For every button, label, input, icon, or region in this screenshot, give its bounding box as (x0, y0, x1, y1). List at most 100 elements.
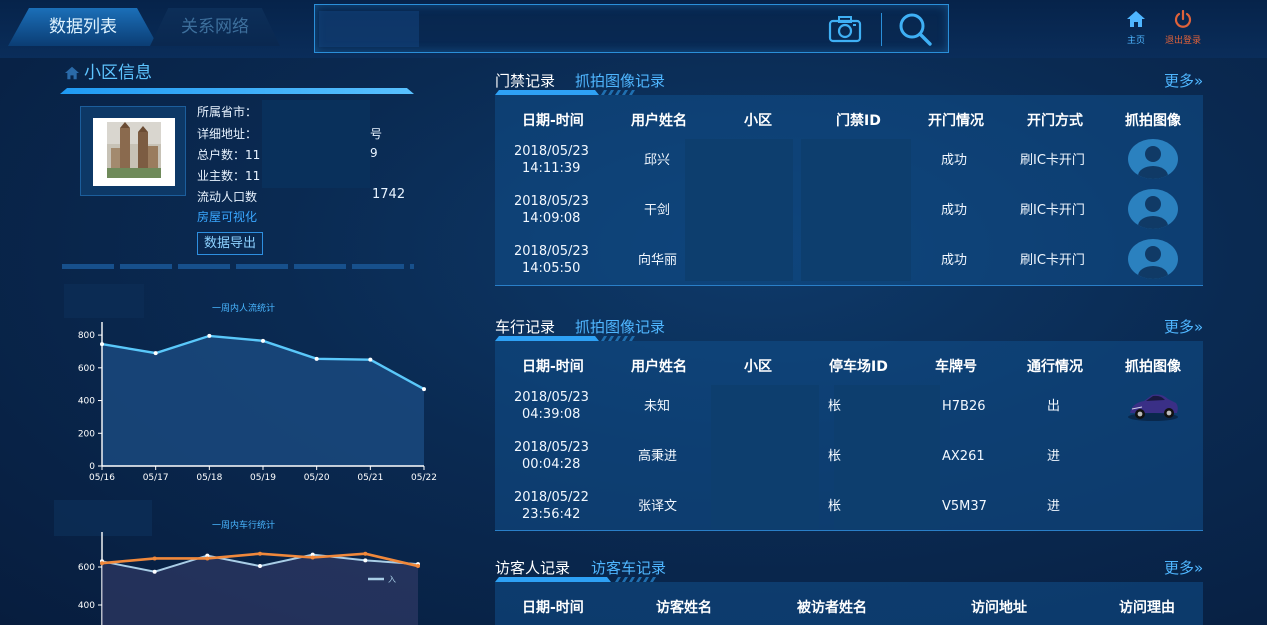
vehicle-flow-chart: 400 600 入 (78, 532, 420, 625)
vehicle-snapshot-tab[interactable]: 抓拍图像记录 (575, 316, 665, 337)
floating-value: 1742 (372, 187, 406, 202)
home-icon (1127, 11, 1145, 27)
visitor-title: 访客人记录 (495, 559, 571, 577)
vehicle-legend-label: 入 (388, 575, 396, 584)
vehicle-data-point (416, 564, 420, 569)
community-title: 小区信息 (84, 63, 152, 83)
access-more-link[interactable]: 更多» (1164, 70, 1203, 91)
access-row-status: 成功 (941, 153, 968, 168)
access-header-method: 开门方式 (1027, 113, 1083, 129)
access-title: 门禁记录 (495, 72, 556, 90)
vehicle-row-date: 2018/05/23 (514, 440, 589, 455)
logout-label: 退出登录 (1164, 36, 1201, 46)
vehicle-row-pass: 进 (1047, 499, 1061, 514)
access-row-method: 刷IC卡开门 (1020, 253, 1085, 268)
people-chart-title: 一周内人流统计 (212, 304, 276, 314)
vehicle-data-point (258, 551, 262, 556)
households-row: 总户数：11 (197, 148, 261, 162)
access-table: 日期-时间 用户姓名 小区 门禁ID 开门情况 开门方式 抓拍图像 2018/0… (495, 95, 1203, 286)
camera-icon (828, 16, 862, 43)
access-row-date: 2018/05/23 (514, 144, 589, 159)
vehicle-y-tick-label: 400 (78, 601, 95, 611)
access-row-status: 成功 (941, 203, 968, 218)
vehicle-header-name: 用户姓名 (631, 359, 687, 375)
vehicle-chart-title: 一周内车行统计 (212, 521, 276, 531)
visitor-more-link[interactable]: 更多» (1164, 557, 1203, 578)
access-snapshot-tab[interactable]: 抓拍图像记录 (575, 70, 665, 91)
vehicle-row-name: 高秉进 (638, 449, 678, 464)
avatar[interactable] (1128, 139, 1178, 179)
tab-data-list[interactable]: 数据列表 (8, 8, 158, 46)
home-button[interactable]: 主页 (1120, 10, 1152, 46)
vehicle-data-point (205, 556, 210, 561)
house-visual-link[interactable]: 房屋可视化 (197, 208, 257, 225)
people-data-point (153, 351, 158, 356)
vehicle-data-point (258, 564, 262, 569)
search-input[interactable] (319, 11, 419, 47)
vehicle-table: 日期-时间 用户姓名 小区 停车场ID 车牌号 通行情况 抓拍图像 2018/0… (495, 341, 1203, 531)
vehicle-row-name: 张译文 (638, 499, 678, 514)
camera-search-button[interactable] (825, 13, 865, 45)
car-snapshot-image[interactable] (1126, 389, 1180, 423)
search-button[interactable] (897, 11, 933, 47)
vehicle-title: 车行记录 (495, 318, 556, 336)
vehicle-header-snapshot: 抓拍图像 (1125, 359, 1181, 375)
people-y-tick-label: 800 (78, 331, 95, 341)
redaction-mask (54, 500, 152, 536)
vehicle-more-link[interactable]: 更多» (1164, 316, 1203, 337)
people-y-tick-label: 200 (78, 429, 95, 439)
tab-relation-network[interactable]: 关系网络 (150, 8, 280, 46)
people-data-point (207, 333, 212, 338)
address-tail: 号 (370, 127, 383, 141)
user-icon (1138, 246, 1168, 279)
vehicle-row-lot: 枨 (828, 499, 842, 514)
owners-row: 业主数：11 (197, 169, 261, 183)
community-photo (93, 118, 175, 186)
vehicle-row-pass: 出 (1047, 399, 1061, 414)
avatar[interactable] (1128, 189, 1178, 229)
section-bar (60, 88, 414, 94)
people-x-tick-label: 05/19 (250, 473, 276, 483)
user-icon (1138, 146, 1168, 179)
redaction-mask (711, 385, 819, 529)
vehicle-row-time: 00:04:28 (522, 457, 581, 472)
search-icon (899, 13, 932, 46)
visitor-header-reason: 访问理由 (1119, 600, 1175, 616)
search-divider (881, 13, 882, 46)
vehicle-row-plate: AX261 (942, 449, 985, 464)
redaction-mask (685, 139, 793, 281)
access-row-method: 刷IC卡开门 (1020, 203, 1085, 218)
vehicle-header-lot-id: 停车场ID (829, 359, 888, 375)
vehicle-row-pass: 进 (1047, 449, 1061, 464)
community-photo-frame (80, 106, 186, 196)
avatar[interactable] (1128, 239, 1178, 279)
logout-button[interactable]: 退出登录 (1160, 9, 1206, 46)
households-tail: 9 (370, 146, 378, 160)
province-row: 所属省市： (197, 103, 257, 119)
access-row-time: 14:11:39 (522, 161, 581, 176)
vehicle-row-time: 04:39:08 (522, 407, 581, 422)
redaction-mask (262, 100, 370, 188)
address-row: 详细地址： (197, 125, 257, 141)
visitor-table: 日期-时间 访客姓名 被访者姓名 访问地址 访问理由 (495, 582, 1203, 625)
visitor-header-address: 访问地址 (971, 600, 1027, 616)
people-y-tick-label: 600 (78, 364, 95, 374)
vehicle-data-point (100, 561, 104, 566)
vehicle-data-point (310, 555, 315, 560)
vehicle-header-pass: 通行情况 (1027, 359, 1083, 375)
home-icon (65, 66, 79, 80)
redaction-mask (801, 139, 911, 281)
vehicle-data-point (363, 558, 368, 563)
access-row-name: 向华丽 (638, 253, 678, 268)
user-icon (1138, 196, 1168, 229)
community-section-title: 小区信息 (64, 58, 152, 83)
export-button[interactable]: 数据导出 (197, 232, 263, 255)
vehicle-y-tick-label: 600 (78, 563, 95, 573)
people-data-point (368, 357, 373, 362)
access-header-status: 开门情况 (928, 113, 984, 129)
visitor-car-tab[interactable]: 访客车记录 (591, 557, 666, 578)
access-header-community: 小区 (744, 113, 772, 129)
people-x-tick-label: 05/18 (196, 473, 222, 483)
redaction-mask (834, 385, 940, 529)
access-row-method: 刷IC卡开门 (1020, 153, 1085, 168)
